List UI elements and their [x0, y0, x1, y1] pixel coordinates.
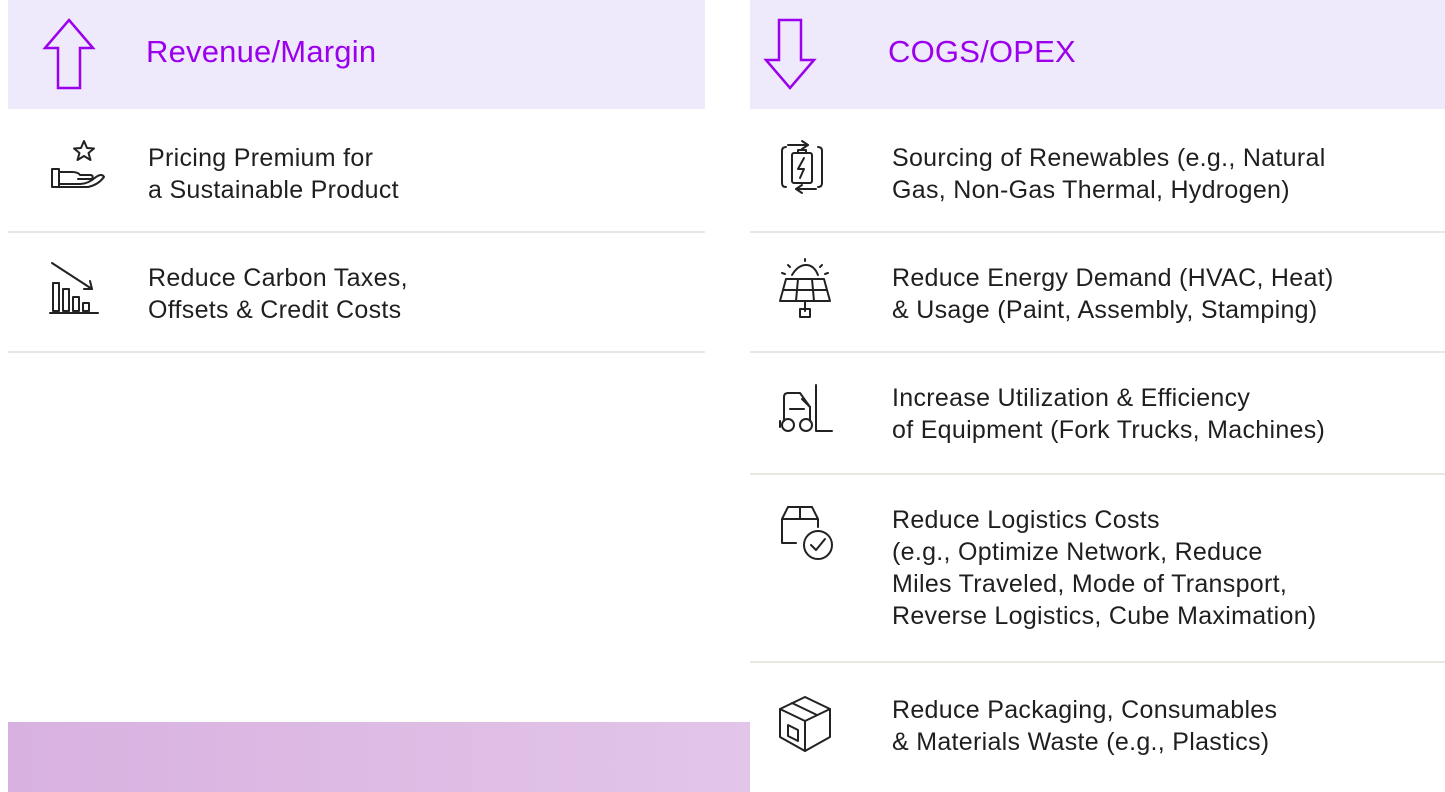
box-check-icon: [781, 506, 833, 560]
item-text: Pricing Premium for a Sustainable Produc…: [148, 144, 399, 204]
cogs-opex-header: COGS/OPEX: [750, 0, 1445, 109]
renewable-battery-icon: [781, 140, 823, 194]
list-item: Reduce Packaging, Consumables & Material…: [750, 663, 1445, 792]
item-text: Increase Utilization & Efficiency of Equ…: [892, 384, 1326, 444]
item-text: Sourcing of Renewables (e.g., Natural Ga…: [892, 144, 1326, 204]
solar-panel-icon: [779, 258, 831, 318]
list-item: Increase Utilization & Efficiency of Equ…: [750, 353, 1445, 475]
list-item: Reduce Logistics Costs (e.g., Optimize N…: [750, 475, 1445, 663]
revenue-margin-title: Revenue/Margin: [146, 34, 377, 69]
list-item: Pricing Premium for a Sustainable Produc…: [8, 109, 705, 233]
cogs-opex-title: COGS/OPEX: [888, 34, 1076, 69]
item-text: Reduce Energy Demand (HVAC, Heat) & Usag…: [892, 264, 1334, 324]
item-text: Reduce Carbon Taxes, Offsets & Credit Co…: [148, 264, 408, 324]
package-icon: [779, 696, 831, 752]
list-item: Sourcing of Renewables (e.g., Natural Ga…: [750, 109, 1445, 233]
item-text: Reduce Logistics Costs (e.g., Optimize N…: [892, 506, 1317, 630]
revenue-margin-column: Revenue/Margin Pricing Premium for a Sus…: [8, 0, 705, 353]
revenue-margin-header: Revenue/Margin: [8, 0, 705, 109]
down-arrow-icon: [763, 18, 817, 90]
declining-bar-chart-icon: [49, 262, 99, 314]
cogs-opex-column: COGS/OPEX Sourcing of Renewables (e.g., …: [750, 0, 1445, 756]
hand-star-icon: [51, 140, 105, 188]
up-arrow-icon: [42, 18, 96, 90]
list-item: Reduce Carbon Taxes, Offsets & Credit Co…: [8, 233, 705, 353]
forklift-icon: [779, 384, 833, 432]
list-item: Reduce Energy Demand (HVAC, Heat) & Usag…: [750, 233, 1445, 353]
decorative-banner: [8, 722, 750, 792]
item-text: Reduce Packaging, Consumables & Material…: [892, 696, 1278, 756]
